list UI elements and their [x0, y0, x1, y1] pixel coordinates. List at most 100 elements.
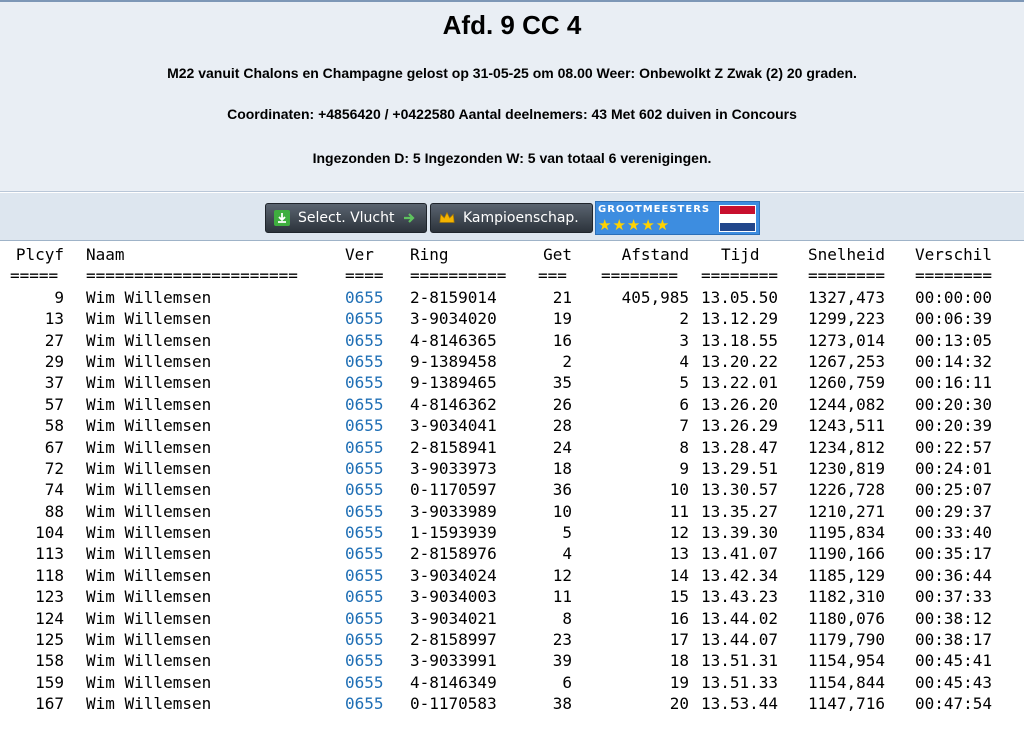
vereniging-link[interactable]: 0655 — [345, 629, 389, 650]
cell-get: 24 — [552, 437, 572, 457]
cell-ring: 3-9033991 — [410, 651, 497, 671]
table-row: 27 Wim Willemsen 0655 4-8146365 16 3 13.18.55 1… — [0, 330, 1024, 351]
cell-afst: 10 — [669, 480, 689, 500]
kampioenschap-button[interactable]: Kampioenschap. — [430, 203, 593, 233]
table-row: 125 Wim Willemsen 0655 2-8158997 23 17 13.44.0… — [0, 629, 1024, 650]
cell-afst: 5 — [679, 373, 689, 393]
dutch-flag-icon — [719, 205, 756, 232]
vereniging-link[interactable]: 0655 — [345, 308, 389, 329]
cell-snel: 1195,834 — [808, 523, 886, 543]
vereniging-link[interactable]: 0655 — [345, 351, 389, 372]
cell-vers: 00:45:43 — [915, 672, 993, 692]
cell-tijd: 13.29.51 — [701, 458, 779, 478]
cell-naam: Wim Willemsen — [86, 373, 212, 393]
select-flight-label: Select. Vlucht — [298, 210, 395, 226]
cell-plcyf: 124 — [35, 608, 64, 628]
vereniging-link[interactable]: 0655 — [345, 650, 389, 671]
cell-get: 19 — [552, 309, 572, 329]
cell-vers: 00:37:33 — [915, 587, 993, 607]
select-flight-button[interactable]: Select. Vlucht — [265, 203, 427, 233]
cell-ring: 3-9033989 — [410, 501, 497, 521]
cell-naam: Wim Willemsen — [86, 608, 212, 628]
table-row: 158 Wim Willemsen 0655 3-9033991 39 18 13.51.3… — [0, 650, 1024, 671]
cell-vers: 00:38:17 — [915, 630, 993, 650]
cell-get: 11 — [552, 587, 572, 607]
cell-snel: 1299,223 — [808, 309, 886, 329]
arrow-right-icon — [401, 210, 417, 226]
vereniging-link[interactable]: 0655 — [345, 479, 389, 500]
cell-ring: 3-9034041 — [410, 416, 497, 436]
vereniging-link[interactable]: 0655 — [345, 693, 389, 714]
race-header: Afd. 9 CC 4 M22 vanuit Chalons en Champa… — [0, 0, 1024, 192]
vereniging-link[interactable]: 0655 — [345, 394, 389, 415]
cell-snel: 1244,082 — [808, 394, 886, 414]
vereniging-link[interactable]: 0655 — [345, 372, 389, 393]
cell-afst: 18 — [669, 651, 689, 671]
cell-tijd: 13.30.57 — [701, 480, 779, 500]
cell-tijd: 13.05.50 — [701, 287, 779, 307]
column-separator: ======== — [808, 266, 886, 286]
cell-vers: 00:25:07 — [915, 480, 993, 500]
table-row: 37 Wim Willemsen 0655 9-1389465 35 5 13.22.01 1… — [0, 372, 1024, 393]
kampioenschap-label: Kampioenschap. — [463, 210, 579, 226]
cell-afst: 7 — [679, 416, 689, 436]
cell-ring: 9-1389465 — [410, 373, 497, 393]
cell-naam: Wim Willemsen — [86, 672, 212, 692]
cell-naam: Wim Willemsen — [86, 394, 212, 414]
cell-tijd: 13.35.27 — [701, 501, 779, 521]
cell-get: 39 — [552, 651, 572, 671]
vereniging-link[interactable]: 0655 — [345, 608, 389, 629]
cell-naam: Wim Willemsen — [86, 309, 212, 329]
vereniging-link[interactable]: 0655 — [345, 330, 389, 351]
page-title: Afd. 9 CC 4 — [442, 10, 582, 40]
cell-snel: 1210,271 — [808, 501, 886, 521]
cell-get: 10 — [552, 501, 572, 521]
cell-snel: 1234,812 — [808, 437, 886, 457]
cell-tijd: 13.51.31 — [701, 651, 779, 671]
cell-tijd: 13.26.20 — [701, 394, 779, 414]
cell-vers: 00:06:39 — [915, 309, 993, 329]
download-icon — [274, 210, 290, 226]
column-header-ring: Ring — [410, 245, 449, 264]
vereniging-link[interactable]: 0655 — [345, 287, 389, 308]
cell-afst: 8 — [679, 437, 689, 457]
crown-icon — [439, 210, 455, 226]
cell-get: 8 — [562, 608, 572, 628]
table-separator-row: ===== ====================== ==== =========… — [0, 265, 1024, 286]
cell-get: 4 — [562, 544, 572, 564]
vereniging-link[interactable]: 0655 — [345, 565, 389, 586]
vereniging-link[interactable]: 0655 — [345, 543, 389, 564]
cell-afst: 9 — [679, 458, 689, 478]
cell-ring: 2-8159014 — [410, 287, 497, 307]
vereniging-link[interactable]: 0655 — [345, 458, 389, 479]
cell-plcyf: 125 — [35, 630, 64, 650]
vereniging-link[interactable]: 0655 — [345, 501, 389, 522]
vereniging-link[interactable]: 0655 — [345, 586, 389, 607]
release-info: M22 vanuit Chalons en Champagne gelost o… — [167, 65, 857, 81]
cell-naam: Wim Willemsen — [86, 458, 212, 478]
vereniging-link[interactable]: 0655 — [345, 437, 389, 458]
column-separator: === — [538, 266, 567, 286]
cell-get: 26 — [552, 394, 572, 414]
cell-snel: 1267,253 — [808, 351, 886, 371]
column-header-tijd: Tijd — [721, 245, 760, 264]
vereniging-link[interactable]: 0655 — [345, 672, 389, 693]
cell-vers: 00:14:32 — [915, 351, 993, 371]
cell-vers: 00:45:41 — [915, 651, 993, 671]
cell-vers: 00:16:11 — [915, 373, 993, 393]
cell-afst: 20 — [669, 694, 689, 714]
cell-plcyf: 159 — [35, 672, 64, 692]
vereniging-link[interactable]: 0655 — [345, 415, 389, 436]
cell-afst: 3 — [679, 330, 689, 350]
vereniging-link[interactable]: 0655 — [345, 522, 389, 543]
column-header-plcyf: Plcyf — [15, 245, 64, 264]
table-row: 159 Wim Willemsen 0655 4-8146349 6 19 13.51.33… — [0, 672, 1024, 693]
grootmeesters-banner[interactable]: GROOTMEESTERS ★★★★★ — [595, 201, 760, 235]
cell-naam: Wim Willemsen — [86, 330, 212, 350]
cell-vers: 00:00:00 — [915, 287, 993, 307]
column-separator: ====================== — [86, 266, 298, 286]
column-header-naam: Naam — [86, 245, 125, 264]
cell-naam: Wim Willemsen — [86, 501, 212, 521]
cell-tijd: 13.18.55 — [701, 330, 779, 350]
cell-plcyf: 72 — [44, 458, 64, 478]
